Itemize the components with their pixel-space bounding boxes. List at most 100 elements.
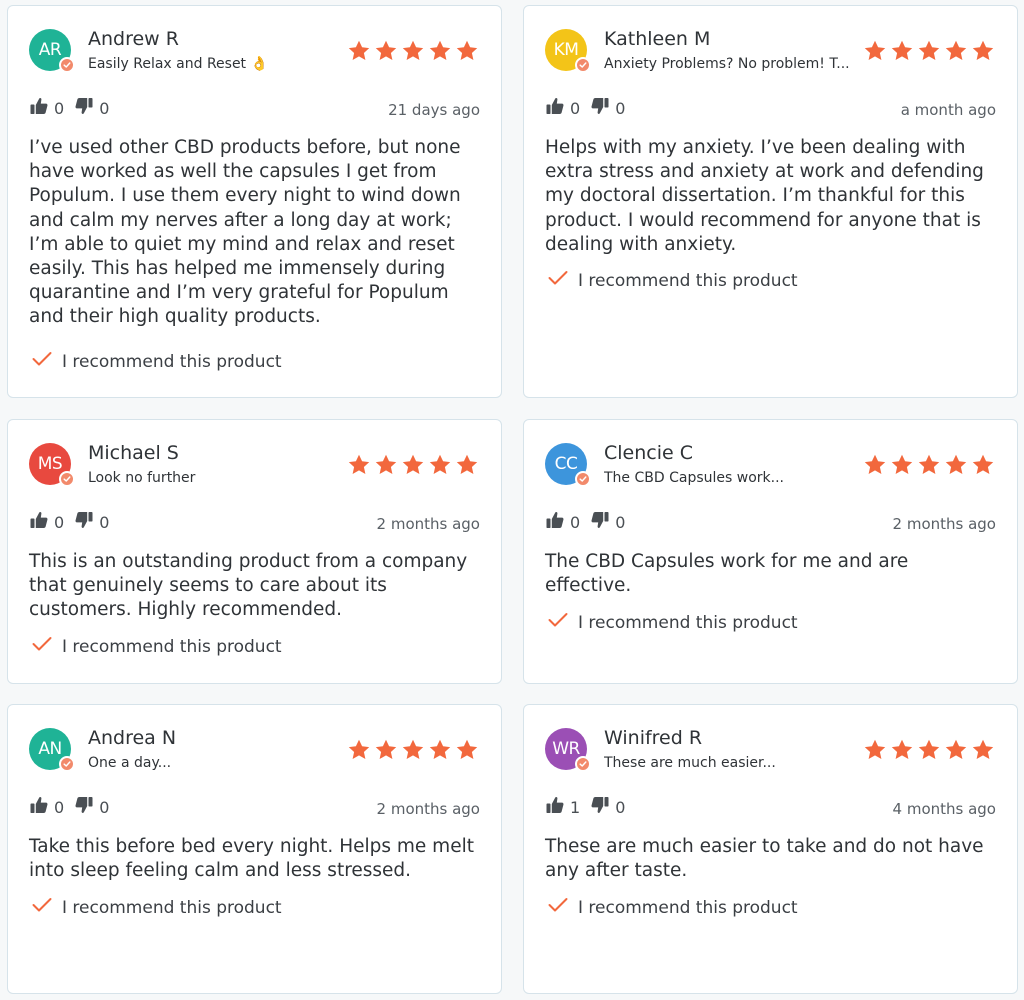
- avatar-initials: KM: [553, 40, 579, 60]
- review-body: These are much easier to take and do not…: [545, 836, 984, 882]
- reviewer-name: Michael S: [88, 442, 179, 464]
- star-icon: [347, 453, 371, 481]
- avatar: CC: [545, 443, 591, 487]
- review-headline: These are much easier...: [604, 755, 776, 771]
- review-date: a month ago: [900, 101, 996, 119]
- star-icon: [374, 738, 398, 766]
- star-icon: [917, 738, 941, 766]
- thumbs-up-icon[interactable]: [29, 795, 49, 819]
- recommend-note: I recommend this product: [548, 270, 798, 291]
- star-icon: [428, 39, 452, 67]
- review-card: MS Michael S Look no further 0 0 2 month…: [7, 419, 502, 684]
- review-headline: Look no further: [88, 470, 196, 486]
- unhelpful-count: 0: [615, 98, 626, 118]
- review-body: Take this before bed every night. Helps …: [29, 836, 474, 882]
- thumbs-up-icon[interactable]: [29, 510, 49, 534]
- thumbs-down-icon[interactable]: [590, 96, 610, 120]
- avatar: AR: [29, 29, 75, 73]
- helpful-count: 0: [54, 98, 65, 118]
- verified-badge-icon: [575, 471, 591, 487]
- thumbs-down-icon[interactable]: [74, 96, 94, 120]
- thumbs-down-icon[interactable]: [74, 795, 94, 819]
- avatar-initials: WR: [552, 739, 580, 759]
- star-icon: [347, 39, 371, 67]
- review-card: CC Clencie C The CBD Capsules work... 0 …: [523, 419, 1018, 684]
- thumbs-down-icon[interactable]: [590, 510, 610, 534]
- helpful-count: 0: [570, 512, 581, 532]
- reviewer-name: Andrea N: [88, 727, 177, 749]
- review-headline: One a day...: [88, 755, 172, 771]
- helpful-count: 0: [54, 797, 65, 817]
- star-icon: [944, 453, 968, 481]
- star-icon: [917, 453, 941, 481]
- avatar: WR: [545, 728, 591, 772]
- thumbs-up-icon[interactable]: [545, 795, 565, 819]
- star-icon: [917, 39, 941, 67]
- star-icon: [401, 453, 425, 481]
- review-date: 4 months ago: [892, 800, 996, 818]
- helpful-count: 0: [54, 512, 65, 532]
- star-icon: [971, 39, 995, 67]
- star-icon: [374, 39, 398, 67]
- verified-badge-icon: [575, 756, 591, 772]
- check-icon: [548, 612, 578, 633]
- review-date: 2 months ago: [892, 515, 996, 533]
- star-rating: [347, 39, 479, 67]
- star-icon: [374, 453, 398, 481]
- unhelpful-count: 0: [615, 797, 626, 817]
- star-icon: [455, 738, 479, 766]
- avatar: KM: [545, 29, 591, 73]
- recommend-label: I recommend this product: [578, 270, 798, 291]
- star-rating: [347, 738, 479, 766]
- review-body: The CBD Capsules work for me and are eff…: [545, 551, 909, 597]
- reviewer-name: Winifred R: [604, 727, 703, 749]
- star-icon: [944, 39, 968, 67]
- unhelpful-count: 0: [615, 512, 626, 532]
- star-rating: [863, 39, 995, 67]
- star-icon: [890, 738, 914, 766]
- check-icon: [32, 897, 62, 918]
- helpful-count: 0: [570, 98, 581, 118]
- review-date: 2 months ago: [376, 800, 480, 818]
- check-icon: [32, 351, 62, 372]
- thumbs-down-icon[interactable]: [74, 510, 94, 534]
- thumbs-up-icon[interactable]: [545, 510, 565, 534]
- recommend-label: I recommend this product: [62, 897, 282, 918]
- review-card: KM Kathleen M Anxiety Problems? No probl…: [523, 5, 1018, 398]
- thumbs-down-icon[interactable]: [590, 795, 610, 819]
- star-icon: [347, 738, 371, 766]
- verified-badge-icon: [59, 471, 75, 487]
- avatar: MS: [29, 443, 75, 487]
- star-rating: [863, 453, 995, 481]
- reviewer-name: Andrew R: [88, 28, 179, 50]
- star-icon: [863, 39, 887, 67]
- star-icon: [971, 738, 995, 766]
- review-date: 21 days ago: [388, 101, 480, 119]
- star-icon: [863, 738, 887, 766]
- avatar-initials: AR: [38, 40, 62, 60]
- helpful-count: 1: [570, 797, 581, 817]
- unhelpful-count: 0: [99, 797, 110, 817]
- recommend-label: I recommend this product: [62, 351, 282, 372]
- avatar-initials: CC: [554, 454, 578, 474]
- unhelpful-count: 0: [99, 512, 110, 532]
- star-rating: [347, 453, 479, 481]
- avatar: AN: [29, 728, 75, 772]
- unhelpful-count: 0: [99, 98, 110, 118]
- check-icon: [32, 636, 62, 657]
- review-headline: Anxiety Problems? No problem! T...: [604, 56, 850, 72]
- recommend-label: I recommend this product: [62, 636, 282, 657]
- star-icon: [428, 453, 452, 481]
- recommend-label: I recommend this product: [578, 897, 798, 918]
- check-icon: [548, 897, 578, 918]
- vote-buttons: 0 0: [545, 510, 635, 534]
- recommend-label: I recommend this product: [578, 612, 798, 633]
- verified-badge-icon: [59, 57, 75, 73]
- recommend-note: I recommend this product: [32, 897, 282, 918]
- verified-badge-icon: [575, 57, 591, 73]
- avatar-initials: AN: [38, 739, 62, 759]
- thumbs-up-icon[interactable]: [29, 96, 49, 120]
- star-icon: [455, 453, 479, 481]
- thumbs-up-icon[interactable]: [545, 96, 565, 120]
- review-card: AR Andrew R Easily Relax and Reset 👌 0 0…: [7, 5, 502, 398]
